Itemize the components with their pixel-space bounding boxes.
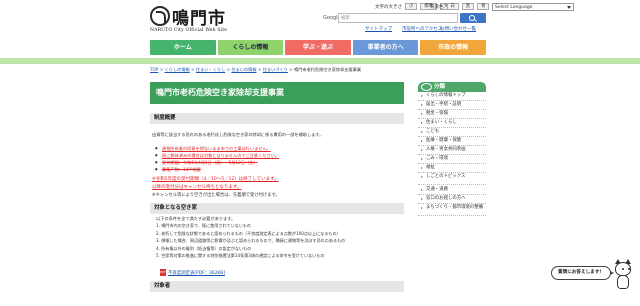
contact-list-link[interactable]: お問い合わせ一覧 [440,26,476,32]
mascot-head-icon [615,262,631,276]
bullet-item: 既に解体済みの場合は対象となりませんのでご注意ください。 [155,152,279,159]
bg-white-button[interactable]: 白 [446,3,459,10]
sidebar-item-traffic-roads[interactable]: 交通・道路 [418,186,486,195]
sidebar-item-procedures[interactable]: 届出・手続・証明 [418,101,486,110]
nav-city-info[interactable]: 市政の情報 [420,40,486,55]
page-title: 鳴門市老朽危険空き家除却支援事業 [150,82,404,104]
overview-text: 出資等に該当する恐れのある老朽化し危険な空き家の除却に係る費用の一部を補助します… [152,132,324,137]
sidebar-item-living-top[interactable]: くらしの情報トップ [418,92,486,101]
section-heading-eligible-houses: 対象となる空き家 [150,203,404,214]
section-heading-overview: 制度概要 [150,113,404,124]
list-item: 5. 空家等対策の推進に関する特別措置法第14条第3項の規定による命令を受けてい… [156,253,325,259]
header-links: サイトマップ 市役所へのアクセス [365,26,442,32]
sidebar-item-environment[interactable]: ごみ・環境 [418,155,486,164]
mascot-eye-icon [628,268,630,270]
language-select[interactable]: Select Language [492,3,574,11]
pdf-icon: PDF [160,269,166,276]
nav-divider [0,58,640,64]
breadcrumb-housing-building[interactable]: 住まいづくり [263,67,288,72]
global-nav: ホーム くらしの情報 学ぶ・遊ぶ 事業者の方へ 市政の情報 [150,40,486,55]
breadcrumb-housing-info[interactable]: 住まいの情報 [231,67,256,72]
sidebar-item-children[interactable]: こども [418,128,486,137]
category-icon [421,83,432,91]
list-item: 4. 所有権以外の権利（抵当権等）の設定がないもの [156,245,252,251]
sidebar-item-housing[interactable]: 住まい・くらし [418,119,486,128]
breadcrumb-top[interactable]: TOP [150,67,158,72]
sidebar-heading-label: 分類 [434,84,446,90]
overview-bullets: 建物所有者の同意を得ないまま市での工事は行いません。 既に解体済みの場合は対象と… [155,145,279,173]
city-emblem-icon [150,6,170,26]
list-item: 2. 老朽して危険な状態であると認められるもの（不良度測定表による点数が100点… [156,230,341,236]
logo-subtitle: NARUTO City Official Web Site [150,28,228,33]
access-link[interactable]: 市役所へのアクセス [402,26,442,32]
site-logo[interactable]: 鳴門市 NARUTO City Official Web Site [150,4,230,34]
logo-text: 鳴門市 [172,9,226,29]
nav-learn-play[interactable]: 学ぶ・遊ぶ [285,40,351,55]
mascot-body-icon [617,275,629,289]
sidebar-item-welfare[interactable]: 福祉 [418,164,486,173]
sidebar-heading: 分類 [418,82,486,92]
nav-business[interactable]: 事業者の方へ [352,40,419,55]
background-color-controls: 背景色 白 黒 青 [430,3,490,10]
breadcrumb-housing[interactable]: 住まい・くらし [196,67,225,72]
bullet-item: 募集戸数：10戸程度 [155,166,279,173]
breadcrumb-living[interactable]: くらしの情報 [165,67,190,72]
search-input[interactable]: 検索 [338,13,458,23]
pdf-download[interactable]: PDF 不良度測定表[PDF：362KB] [160,269,225,276]
sitemap-link[interactable]: サイトマップ [365,26,392,32]
list-item: 3. 倒壊した場合、周辺道路等に影響が及ぶと認められるもので、隣接に建物等を及ぼ… [156,238,346,244]
cancellation-note: ※キャンセル等により空きが出た場合は、先着順で受け付けます。 [152,193,280,198]
background-color-label: 背景色 [430,4,444,10]
bg-blue-button[interactable]: 青 [477,3,490,10]
category-sidebar: 分類 くらしの情報トップ 届出・手続・証明 税金・保険 住まい・くらし こども … [418,82,486,306]
mascot-eye-icon [622,268,624,270]
sidebar-item-human-rights[interactable]: 人権・男女共同参画 [418,146,486,155]
text-size-small-button[interactable]: 小 [405,3,418,10]
deadline-notice: ※令和5年度の受付期間（4／10～5／12）は終了しています。 [152,177,279,182]
chatbot-mascot-icon[interactable] [613,259,635,292]
nav-home[interactable]: ホーム [150,40,216,55]
sidebar-item-urban-planning[interactable]: まちづくり・都市環境の整備 [418,204,486,216]
sidebar-item-counter-visitors[interactable]: 窓口のお越しの方へ [418,195,486,204]
eligibility-list: 1. 鳴門市内の空き家で、既に使用されていないもの 2. 老朽して危険な状態であ… [156,222,345,260]
search-button[interactable] [460,13,486,23]
pdf-link-label[interactable]: 不良度測定表[PDF：362KB] [168,271,225,276]
text-size-label: 文字の大きさ [375,4,402,10]
sidebar-item-tax-insurance[interactable]: 税金・保険 [418,110,486,119]
nav-living-info[interactable]: くらしの情報 [217,40,284,55]
waitlist-notice: 以降の受付分はキャンセル待ちとなります。 [152,185,242,190]
breadcrumb-current: 鳴門市老朽危険空き家除却支援事業 [294,67,362,72]
bg-black-button[interactable]: 黒 [461,3,475,10]
chatbot-bubble[interactable]: 質問にお答えします！ [551,266,614,280]
list-item: 1. 鳴門市内の空き家で、既に使用されていないもの [156,223,251,228]
sidebar-item-work-topics[interactable]: しごとのトピックス [418,173,486,185]
breadcrumb: TOP > くらしの情報 > 住まい・くらし > 住まいの情報 > 住まいづくり… [150,67,362,72]
bullet-item: 建物所有者の同意を得ないまま市での工事は行いません。 [155,145,279,152]
bullet-item: 受付期間：令和5年4月1日（月）～5月12日（金） [155,159,279,166]
sidebar-item-health[interactable]: 医療・健康・保健 [418,137,486,146]
section-heading-eligible-persons: 対象者 [150,281,404,292]
site-header: 鳴門市 NARUTO City Official Web Site 文字の大きさ… [0,0,640,38]
